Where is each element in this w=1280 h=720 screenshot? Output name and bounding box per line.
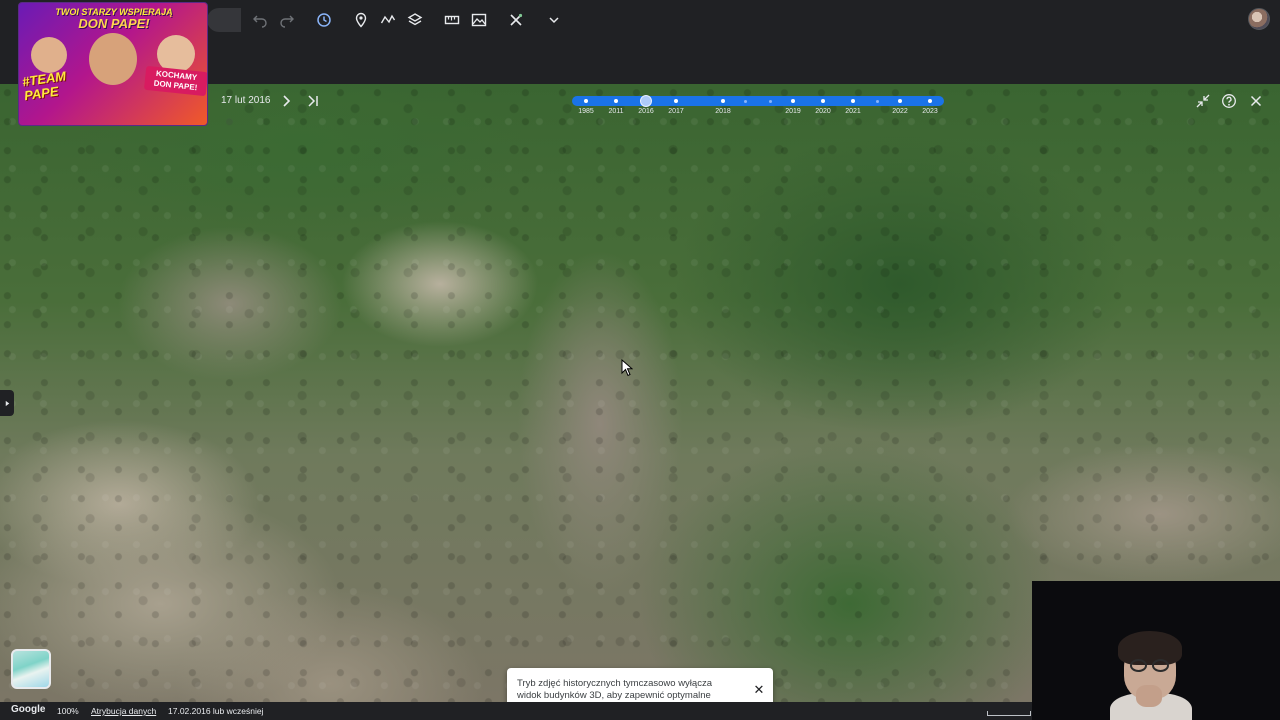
imagery-date: 17.02.2016 lub wcześniej — [168, 706, 264, 716]
timeline-dot[interactable] — [721, 99, 725, 103]
chevron-down-icon[interactable] — [543, 9, 565, 31]
placemark-icon[interactable] — [350, 9, 372, 31]
user-avatar[interactable] — [1248, 8, 1270, 30]
timeline-dot[interactable] — [898, 99, 902, 103]
timeline-dot[interactable] — [928, 99, 932, 103]
data-attribution-link[interactable]: Atrybucja danych — [91, 706, 156, 716]
tools-icon[interactable] — [505, 9, 527, 31]
current-imagery-date: 17 lut 2016 — [221, 95, 271, 106]
image-icon[interactable] — [468, 9, 490, 31]
toast-close-button[interactable]: ✕ — [751, 682, 767, 698]
chevron-right-icon — [5, 400, 9, 406]
ad-banner[interactable]: TWOI STARZY WSPIERAJĄ DON PAPE! #TEAM PA… — [18, 2, 208, 126]
webcam-person-hair — [1118, 631, 1182, 665]
side-panel-toggle[interactable] — [0, 390, 14, 416]
webcam-glasses-left — [1130, 659, 1147, 672]
timeline-year-label: 2011 — [608, 108, 624, 115]
undo-icon[interactable] — [249, 9, 271, 31]
collapse-icon[interactable] — [1192, 90, 1214, 112]
ruler-icon[interactable] — [441, 9, 463, 31]
timeline-dot[interactable] — [744, 99, 747, 103]
timeline-year-label: 2016 — [638, 108, 654, 115]
timeline-slider-thumb[interactable] — [640, 95, 652, 107]
timeline-year-label: 2021 — [845, 108, 861, 115]
timeline-dot[interactable] — [584, 99, 588, 103]
ad-person-center — [89, 33, 137, 85]
timeline-track[interactable] — [572, 96, 944, 106]
ad-sticker: KOCHAMY DON PAPE! — [143, 65, 207, 97]
timeline-year-label: 2020 — [815, 108, 831, 115]
zoom-level: 100% — [57, 706, 79, 716]
ad-headline-main: DON PAPE! — [78, 16, 150, 31]
webcam-overlay — [1032, 581, 1280, 720]
scale-bar — [987, 711, 1031, 716]
layers-icon[interactable] — [404, 9, 426, 31]
ad-person-left — [31, 37, 67, 73]
webcam-glasses-right — [1152, 659, 1169, 672]
timeline-year-label: 1985 — [578, 108, 594, 115]
mouse-cursor-icon — [621, 359, 633, 377]
timeline-dot[interactable] — [614, 99, 618, 103]
earth-app-window: 17 lut 2016 1985 2011 2016 2017 2018 201… — [0, 0, 1280, 720]
timeline-year-label: 2019 — [785, 108, 801, 115]
google-logo: Google — [11, 704, 46, 715]
timeline-year-label: 2023 — [922, 108, 938, 115]
timeline-year-label: 2018 — [715, 108, 731, 115]
path-icon[interactable] — [377, 9, 399, 31]
timeline-dot[interactable] — [769, 99, 772, 103]
map-layer-thumbnail[interactable] — [11, 649, 51, 689]
search-box-edge[interactable] — [207, 8, 241, 32]
ad-hashtag: #TEAM PAPE — [21, 68, 67, 104]
timeline-dot[interactable] — [876, 99, 879, 103]
timeline-dot[interactable] — [674, 99, 678, 103]
timeline-year-label: 2022 — [892, 108, 908, 115]
timeline-dot[interactable] — [821, 99, 825, 103]
timeline-dot[interactable] — [851, 99, 855, 103]
timeline-year-label: 2017 — [668, 108, 684, 115]
skip-to-latest-icon[interactable] — [302, 90, 324, 112]
help-icon[interactable] — [1218, 90, 1240, 112]
webcam-person-hand — [1136, 685, 1162, 707]
next-date-icon[interactable] — [275, 90, 297, 112]
redo-icon[interactable] — [276, 9, 298, 31]
timeline-dot[interactable] — [791, 99, 795, 103]
history-icon[interactable] — [313, 9, 335, 31]
close-icon[interactable] — [1245, 90, 1267, 112]
